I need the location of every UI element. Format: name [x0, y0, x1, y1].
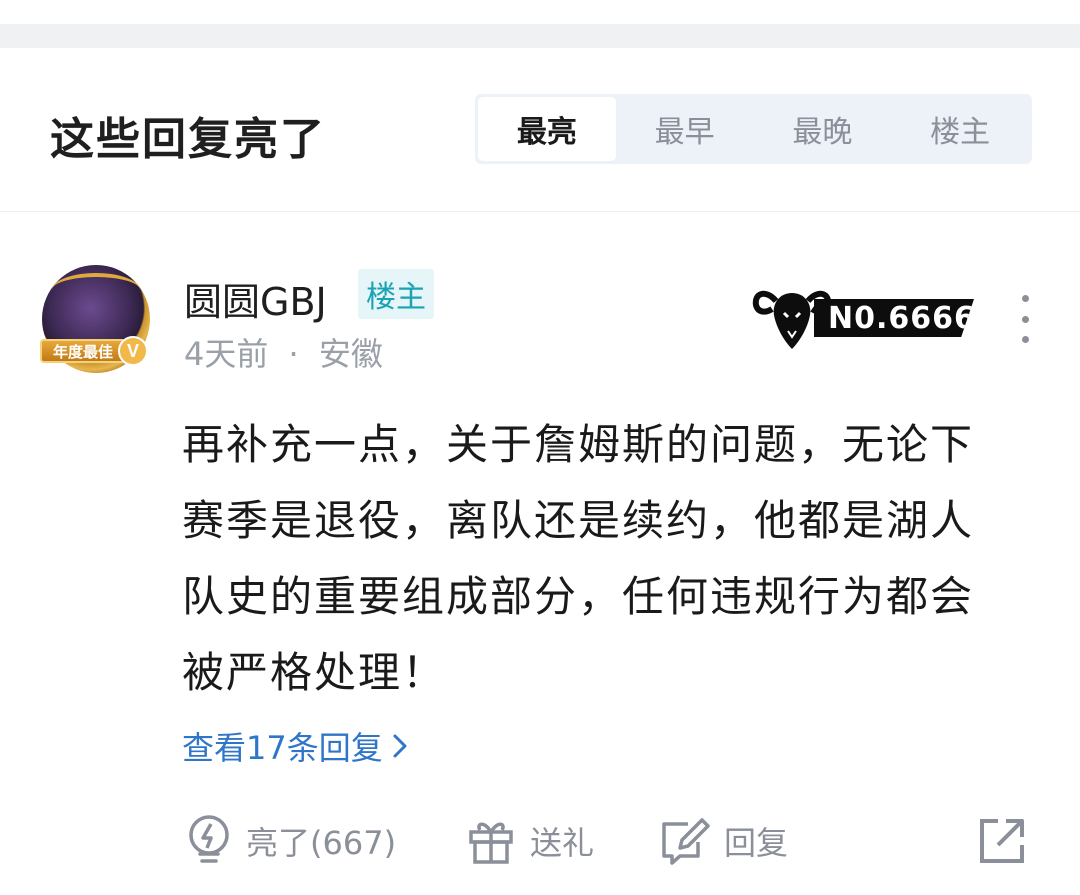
lightbulb-icon	[189, 815, 229, 863]
view-replies-label: 查看17条回复	[182, 729, 383, 767]
op-badge: 楼主	[358, 269, 434, 319]
tab-brightest[interactable]: 最亮	[478, 97, 616, 161]
verified-icon: V	[118, 336, 148, 366]
like-button[interactable]: 亮了(667)	[186, 813, 396, 869]
avatar-frame-wings	[52, 273, 140, 307]
avatar-award-ribbon: 年度最佳	[40, 339, 126, 363]
section-title: 这些回复亮了	[50, 114, 326, 165]
edit-reply-icon	[662, 818, 710, 865]
tab-latest[interactable]: 最晚	[754, 97, 892, 161]
meta-separator: ·	[288, 335, 299, 373]
gift-label: 送礼	[530, 824, 595, 862]
more-vertical-icon[interactable]	[1010, 295, 1040, 343]
fan-number-plate: N0.6666	[752, 279, 974, 353]
avatar[interactable]: 年度最佳 V	[38, 261, 154, 377]
comment-content: 再补充一点，关于詹姆斯的问题，无论下赛季是退役，离队还是续约，他都是湖人队史的重…	[182, 420, 975, 697]
username[interactable]: 圆圆GBJ	[184, 271, 327, 326]
gift-button[interactable]: 送礼	[466, 813, 594, 869]
reply-button[interactable]: 回复	[658, 813, 788, 869]
comment-location: 安徽	[318, 335, 383, 373]
view-replies-link[interactable]: 查看17条回复	[182, 723, 411, 769]
hot-replies-header: 这些回复亮了 最亮 最早 最晚 楼主	[0, 48, 1080, 212]
fan-number: N0.6666	[814, 299, 974, 337]
share-icon	[980, 819, 1024, 863]
comment-meta: 4天前 · 安徽	[184, 329, 383, 375]
comment-time: 4天前	[184, 335, 269, 373]
reply-label: 回复	[724, 824, 789, 862]
top-spacer	[0, 0, 1080, 48]
tab-op-only[interactable]: 楼主	[891, 97, 1029, 161]
like-label: 亮了(667)	[246, 824, 397, 862]
divider-bar	[0, 24, 1080, 48]
comment-actions: 亮了(667) 送礼 回复	[0, 803, 1080, 873]
share-button[interactable]	[976, 813, 1042, 869]
gift-icon	[469, 822, 513, 864]
comment-item: 年度最佳 V 圆圆GBJ 楼主 4天前 · 安徽 N0.6666 再补充一点，关…	[0, 213, 1080, 895]
sort-tabs: 最亮 最早 最晚 楼主	[475, 94, 1032, 164]
tab-earliest[interactable]: 最早	[616, 97, 754, 161]
chevron-right-icon	[393, 734, 407, 758]
